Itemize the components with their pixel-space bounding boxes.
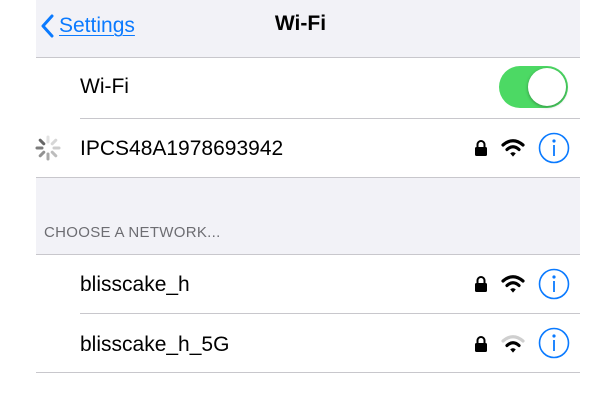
page-title: Wi-Fi [274,12,327,35]
section-background [36,178,580,254]
toggle-knob [528,68,566,106]
wifi-toggle-label: Wi-Fi [80,75,129,98]
network-name: blisscake_h_5G [80,333,230,356]
wifi-icon [501,275,525,293]
wifi-icon [501,335,525,353]
info-icon[interactable] [538,268,570,300]
info-icon[interactable] [538,132,570,164]
network-name: blisscake_h [80,273,190,296]
divider [36,372,580,373]
connected-network-name: IPCS48A1978693942 [80,137,284,160]
wifi-icon [501,139,525,157]
spinner-icon [35,135,61,161]
wifi-settings-screen: Settings Wi-Fi Wi-Fi IPCS48A1978693942 C… [0,0,601,410]
lock-icon [475,140,487,156]
lock-icon [475,276,487,292]
section-header: CHOOSE A NETWORK... [44,224,221,241]
lock-icon [475,336,487,352]
wifi-toggle-switch[interactable] [499,66,568,108]
info-icon[interactable] [538,327,570,359]
